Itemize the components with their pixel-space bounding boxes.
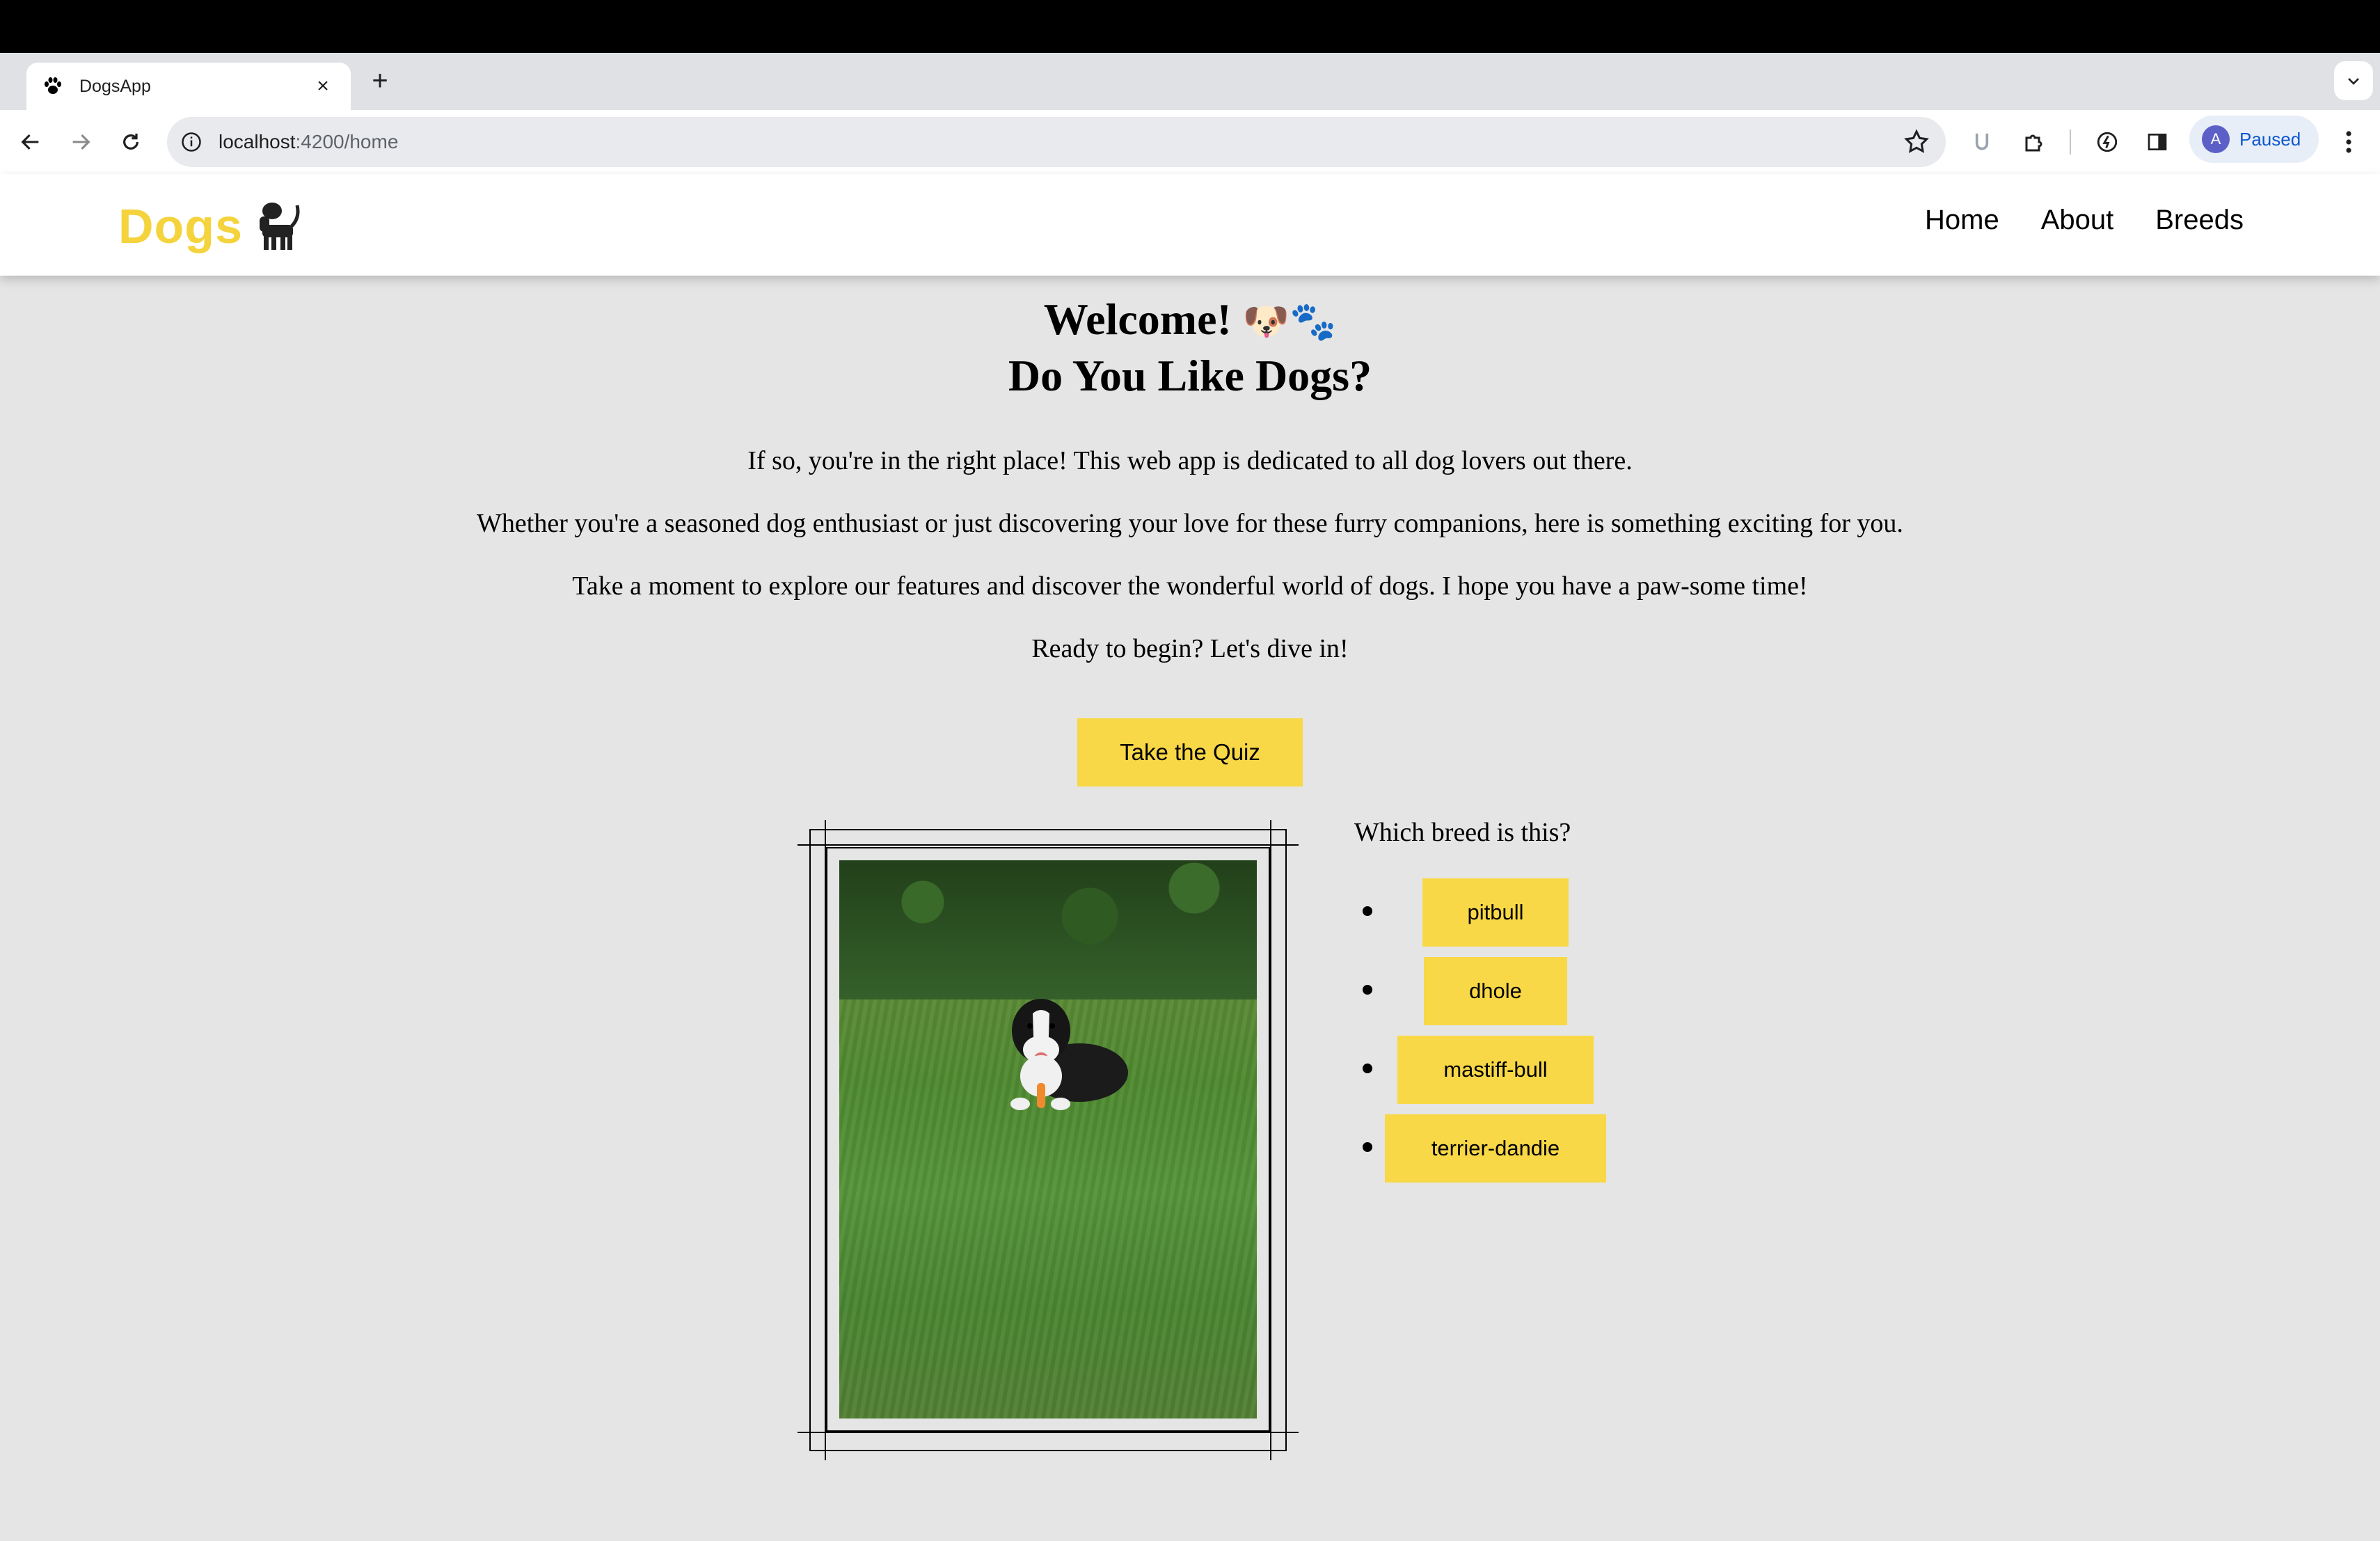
dog-logo-icon	[260, 203, 300, 250]
page-title: Do You Like Dogs?	[1008, 351, 1372, 400]
intro-paragraph: Ready to begin? Let's dive in!	[1031, 634, 1349, 663]
dog-photo	[839, 860, 1257, 1418]
avatar: A	[2202, 125, 2230, 153]
browser-menu-button[interactable]	[2338, 125, 2359, 159]
chevron-down-icon	[2348, 78, 2359, 85]
bullet-icon	[1363, 1142, 1372, 1152]
answer-button-pitbull[interactable]: pitbull	[1422, 878, 1569, 947]
intro-paragraph: If so, you're in the right place! This w…	[747, 446, 1633, 475]
performance-icon[interactable]	[2091, 125, 2124, 159]
arrow-left-icon	[21, 134, 39, 150]
dog-paw-emoji: 🐶🐾	[1242, 299, 1337, 343]
browser-tab[interactable]: DogsApp ×	[26, 63, 351, 110]
intro-paragraph: Take a moment to explore our features an…	[572, 571, 1808, 601]
os-menu-bar	[0, 0, 2380, 53]
hero-section: Welcome! 🐶🐾 Do You Like Dogs?	[0, 292, 2380, 403]
extension-u-icon[interactable]	[1965, 125, 1999, 159]
list-item: terrier-dandie	[1354, 1114, 1674, 1183]
url-text[interactable]: localhost:4200/home	[219, 131, 1903, 153]
address-bar[interactable]: localhost:4200/home	[167, 117, 1946, 167]
intro-paragraph: Whether you're a seasoned dog enthusiast…	[477, 509, 1903, 538]
back-button[interactable]	[13, 124, 49, 160]
intro-text: If so, you're in the right place! This w…	[0, 445, 2380, 696]
tab-title: DogsApp	[79, 76, 151, 96]
breed-quiz: Which breed is this? pitbull dhole masti…	[1354, 817, 1674, 1193]
url-host: localhost	[219, 131, 296, 152]
app-header: Dogs Home About Breeds	[0, 174, 2380, 276]
site-info-icon[interactable]	[181, 132, 202, 152]
browser-toolbar: localhost:4200/home A Paused	[0, 110, 2380, 175]
answer-button-mastiff-bull[interactable]: mastiff-bull	[1397, 1036, 1594, 1104]
dog-photo-frame	[798, 820, 1299, 1460]
side-panel-icon[interactable]	[2141, 125, 2174, 159]
main-nav: Home About Breeds	[1883, 205, 2244, 236]
welcome-heading: Welcome! 🐶🐾	[0, 292, 2380, 349]
answer-list: pitbull dhole mastiff-bull terrier-dandi…	[1354, 878, 1674, 1183]
brand-title: Dogs	[118, 199, 243, 253]
bullet-icon	[1363, 906, 1372, 916]
list-item: mastiff-bull	[1354, 1036, 1674, 1104]
dog-illustration	[1010, 999, 1128, 1110]
reload-button[interactable]	[113, 124, 149, 160]
answer-button-dhole[interactable]: dhole	[1424, 957, 1567, 1025]
toolbar-separator	[2070, 129, 2071, 155]
nav-home-link[interactable]: Home	[1925, 205, 1999, 236]
profile-status: Paused	[2239, 128, 2301, 150]
answer-button-terrier-dandie[interactable]: terrier-dandie	[1385, 1114, 1606, 1183]
new-tab-button[interactable]: +	[365, 65, 395, 96]
reload-icon	[123, 134, 138, 150]
profile-button[interactable]: A Paused	[2189, 116, 2319, 163]
bullet-icon	[1363, 1064, 1372, 1073]
forward-button[interactable]	[63, 124, 99, 160]
photo-bushes	[839, 860, 1257, 999]
tab-search-button[interactable]	[2334, 61, 2373, 100]
list-item: pitbull	[1354, 878, 1674, 947]
url-path: :4200/home	[295, 131, 399, 152]
nav-breeds-link[interactable]: Breeds	[2155, 205, 2244, 236]
arrow-right-icon	[72, 134, 90, 150]
quiz-question: Which breed is this?	[1354, 818, 1571, 847]
bookmark-star-icon[interactable]	[1903, 128, 1930, 156]
browser-tab-strip: DogsApp × +	[0, 53, 2380, 110]
paw-icon	[45, 77, 61, 94]
list-item: dhole	[1354, 957, 1674, 1025]
tab-close-icon[interactable]: ×	[310, 74, 335, 98]
extensions-puzzle-icon[interactable]	[2018, 125, 2052, 159]
take-quiz-button[interactable]: Take the Quiz	[1077, 718, 1303, 787]
bullet-icon	[1363, 985, 1372, 995]
nav-about-link[interactable]: About	[2041, 205, 2114, 236]
brand-logo-link[interactable]: Dogs	[118, 195, 301, 258]
more-vertical-icon	[2346, 131, 2351, 153]
welcome-text: Welcome!	[1043, 294, 1232, 344]
